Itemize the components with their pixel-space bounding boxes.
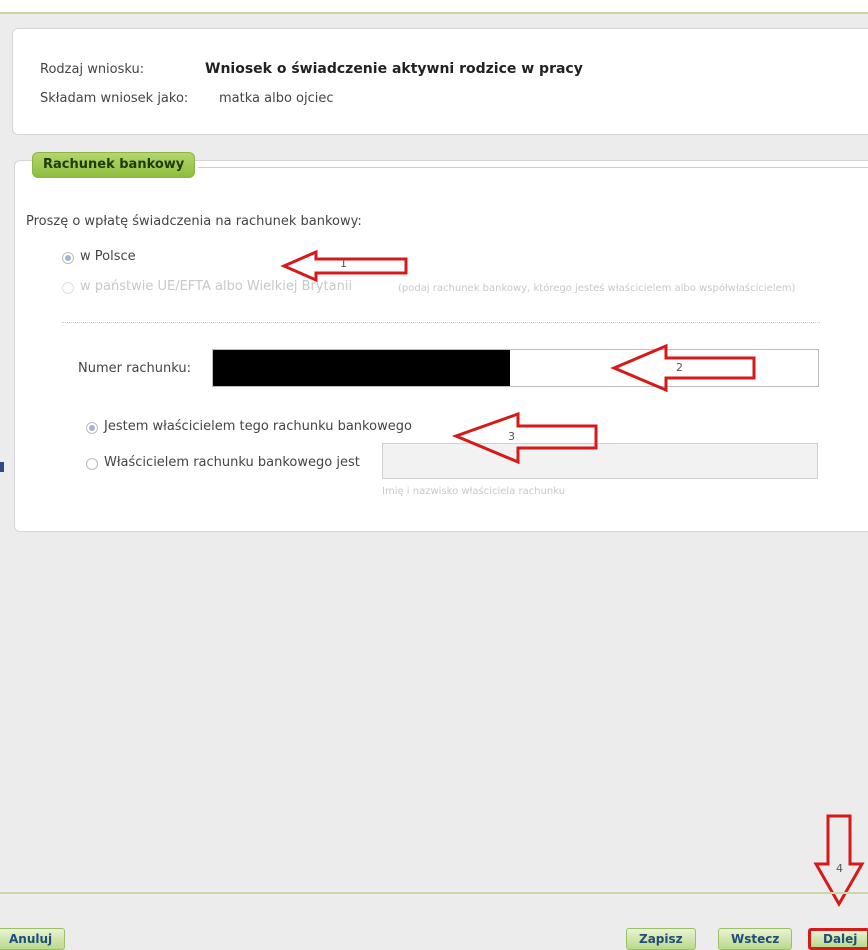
annotation-number-4: 4	[836, 862, 843, 875]
radio-poland[interactable]	[62, 252, 74, 264]
radio-eu-efta-hint: (podaj rachunek bankowy, którego jesteś …	[398, 283, 796, 294]
owner-name-hint: Imię i nazwisko właściciela rachunku	[382, 486, 566, 497]
owner-name-input[interactable]	[382, 443, 818, 479]
redacted-account-number	[213, 350, 510, 386]
applicant-role-value: matka albo ojciec	[219, 91, 334, 106]
applicant-role-label: Składam wniosek jako:	[40, 91, 189, 106]
annotation-arrow-2-icon	[610, 343, 756, 393]
annotation-number-3: 3	[508, 430, 515, 443]
annotation-number-2: 2	[676, 361, 683, 374]
top-divider	[0, 0, 868, 14]
application-type-value: Wniosek o świadczenie aktywni rodzice w …	[205, 61, 583, 77]
section-separator	[62, 322, 820, 323]
left-edge-marker	[0, 462, 4, 472]
application-type-label: Rodzaj wniosku:	[40, 62, 145, 77]
radio-owner-self[interactable]	[86, 422, 98, 434]
footer-divider	[0, 892, 868, 894]
radio-owner-other[interactable]	[86, 458, 98, 470]
legend-divider	[198, 167, 868, 168]
radio-eu-efta[interactable]	[62, 282, 74, 294]
radio-owner-other-label[interactable]: Właścicielem rachunku bankowego jest	[104, 455, 360, 470]
annotation-number-1: 1	[340, 257, 347, 270]
radio-owner-self-label[interactable]: Jestem właścicielem tego rachunku bankow…	[104, 419, 412, 434]
bank-account-legend: Rachunek bankowy	[32, 152, 196, 178]
account-number-label: Numer rachunku:	[78, 361, 192, 376]
annotation-arrow-3-icon	[452, 411, 598, 465]
application-summary-panel	[12, 28, 868, 135]
radio-poland-label[interactable]: w Polsce	[80, 249, 136, 264]
payment-prompt: Proszę o wpłatę świadczenia na rachunek …	[26, 214, 362, 229]
